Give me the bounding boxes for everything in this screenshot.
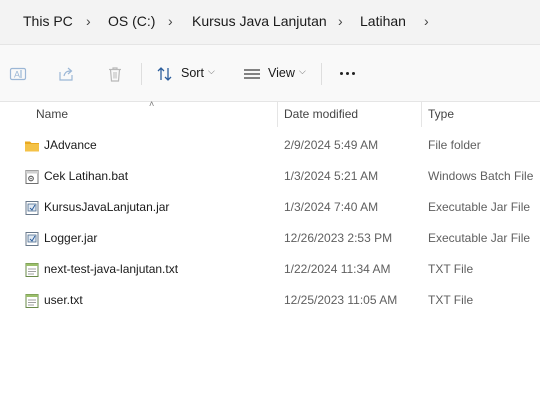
file-date-modified: 1/3/2024 7:40 AM xyxy=(284,200,379,214)
file-type: File folder xyxy=(428,138,481,152)
column-header-date-modified[interactable]: Date modified xyxy=(284,107,358,121)
chevron-right-icon[interactable]: › xyxy=(338,13,343,29)
chevron-right-icon[interactable]: › xyxy=(86,13,91,29)
file-name: Logger.jar xyxy=(44,231,98,245)
file-name: JAdvance xyxy=(44,138,97,152)
share-icon[interactable] xyxy=(57,65,75,83)
svg-text:A: A xyxy=(14,70,20,80)
view-label: View xyxy=(268,66,295,80)
breadcrumb-os-c[interactable]: OS (C:) xyxy=(108,13,155,29)
file-row-kursusjavalanjutan-jar[interactable]: KursusJavaLanjutan.jar 1/3/2024 7:40 AM … xyxy=(0,192,540,223)
file-row-next-test-java-lanjutan-txt[interactable]: next-test-java-lanjutan.txt 1/22/2024 11… xyxy=(0,254,540,285)
file-type: Executable Jar File xyxy=(428,200,531,214)
column-header-row: ˄ Name Date modified Type xyxy=(0,99,540,127)
column-header-type[interactable]: Type xyxy=(428,107,454,121)
address-bar[interactable]: This PC › OS (C:) › Kursus Java Lanjutan… xyxy=(0,0,540,45)
rename-icon[interactable]: A xyxy=(9,65,27,83)
trash-icon[interactable] xyxy=(106,65,124,83)
text-file-icon xyxy=(25,263,39,277)
column-divider[interactable] xyxy=(421,101,422,127)
view-icon xyxy=(244,69,260,79)
folder-icon xyxy=(25,141,39,152)
sort-icon xyxy=(157,67,172,81)
sort-label: Sort xyxy=(181,66,204,80)
file-date-modified: 12/26/2023 2:53 PM xyxy=(284,231,393,245)
chevron-right-icon[interactable]: › xyxy=(424,13,429,29)
column-header-name[interactable]: Name xyxy=(36,107,68,121)
breadcrumb-this-pc[interactable]: This PC xyxy=(23,13,73,29)
file-name: next-test-java-lanjutan.txt xyxy=(44,262,179,276)
file-name: Cek Latihan.bat xyxy=(44,169,129,183)
file-type: Executable Jar File xyxy=(428,231,531,245)
chevron-right-icon[interactable]: › xyxy=(168,13,173,29)
file-name: KursusJavaLanjutan.jar xyxy=(44,200,170,214)
command-bar: A Sort ⌵ View ⌵ xyxy=(0,45,540,102)
chevron-down-icon: ⌵ xyxy=(208,66,215,76)
batch-file-icon xyxy=(25,170,39,184)
file-type: Windows Batch File xyxy=(428,169,534,183)
jar-file-icon xyxy=(25,201,39,215)
sort-ascending-icon: ˄ xyxy=(149,99,155,109)
file-date-modified: 1/3/2024 5:21 AM xyxy=(284,169,379,183)
toolbar-divider xyxy=(141,63,142,85)
file-row-jadvance[interactable]: JAdvance 2/9/2024 5:49 AM File folder xyxy=(0,130,540,161)
file-row-cek-latihan-bat[interactable]: Cek Latihan.bat 1/3/2024 5:21 AM Windows… xyxy=(0,161,540,192)
chevron-down-icon: ⌵ xyxy=(299,66,306,76)
file-date-modified: 2/9/2024 5:49 AM xyxy=(284,138,379,152)
file-type: TXT File xyxy=(428,293,474,307)
file-name: user.txt xyxy=(44,293,83,307)
file-row-logger-jar[interactable]: Logger.jar 12/26/2023 2:53 PM Executable… xyxy=(0,223,540,254)
breadcrumb-kursus-java-lanjutan[interactable]: Kursus Java Lanjutan xyxy=(192,13,327,29)
file-type: TXT File xyxy=(428,262,474,276)
file-date-modified: 12/25/2023 11:05 AM xyxy=(284,293,398,307)
text-file-icon xyxy=(25,294,39,308)
jar-file-icon xyxy=(25,232,39,246)
file-row-user-txt[interactable]: user.txt 12/25/2023 11:05 AM TXT File xyxy=(0,285,540,316)
breadcrumb-latihan[interactable]: Latihan xyxy=(360,13,406,29)
file-date-modified: 1/22/2024 11:34 AM xyxy=(284,262,391,276)
toolbar-divider xyxy=(321,63,322,85)
column-divider[interactable] xyxy=(277,101,278,127)
